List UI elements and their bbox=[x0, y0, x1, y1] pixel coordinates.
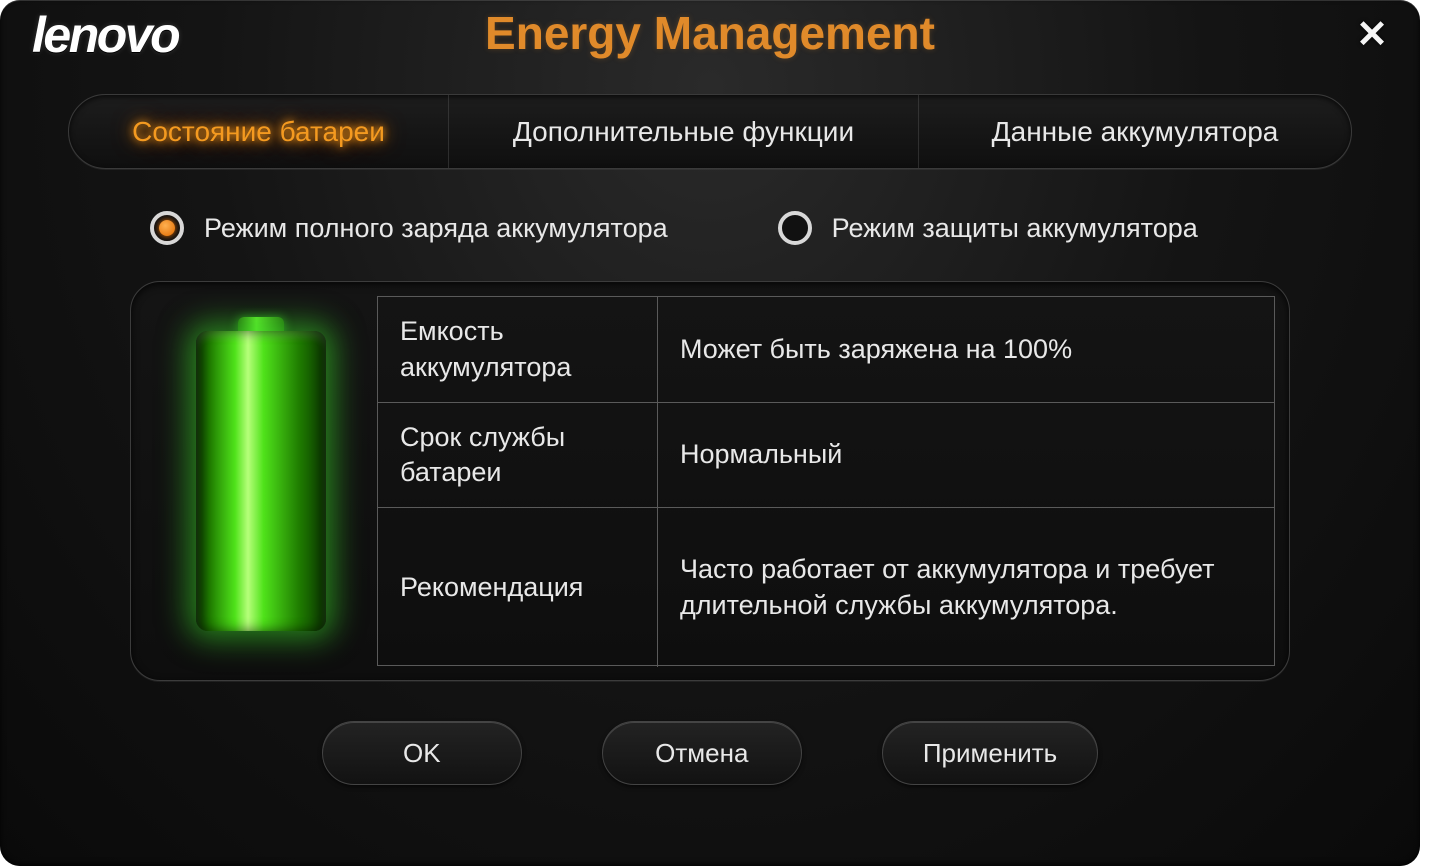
ok-button[interactable]: OK bbox=[322, 721, 522, 785]
recommendation-value: Часто работает от аккумулятора и требует… bbox=[658, 508, 1274, 667]
button-label: Применить bbox=[923, 738, 1057, 769]
recommendation-label: Рекомендация bbox=[378, 508, 658, 667]
button-label: OK bbox=[403, 738, 441, 769]
battery-icon bbox=[196, 331, 326, 631]
table-row: Рекомендация Часто работает от аккумулят… bbox=[378, 507, 1274, 667]
battery-graphic-cell bbox=[145, 296, 377, 666]
button-label: Отмена bbox=[655, 738, 748, 769]
tab-label: Дополнительные функции bbox=[513, 116, 854, 148]
capacity-label: Емкость аккумулятора bbox=[378, 297, 658, 402]
radio-icon bbox=[778, 211, 812, 245]
tab-battery-status[interactable]: Состояние батареи bbox=[69, 95, 449, 168]
mode-protect-battery[interactable]: Режим защиты аккумулятора bbox=[778, 211, 1198, 245]
tab-bar: Состояние батареи Дополнительные функции… bbox=[68, 94, 1352, 169]
mode-label: Режим защиты аккумулятора bbox=[832, 213, 1198, 244]
energy-management-window: lenovo Energy Management ✕ Состояние бат… bbox=[0, 0, 1420, 866]
apply-button[interactable]: Применить bbox=[882, 721, 1098, 785]
capacity-value: Может быть заряжена на 100% bbox=[658, 297, 1274, 402]
lifespan-value: Нормальный bbox=[658, 403, 1274, 507]
charge-mode-group: Режим полного заряда аккумулятора Режим … bbox=[150, 211, 1270, 245]
cancel-button[interactable]: Отмена bbox=[602, 721, 802, 785]
tab-label: Состояние батареи bbox=[132, 116, 385, 148]
mode-full-charge[interactable]: Режим полного заряда аккумулятора bbox=[150, 211, 668, 245]
close-icon[interactable]: ✕ bbox=[1350, 12, 1394, 56]
table-row: Срок службы батареи Нормальный bbox=[378, 402, 1274, 507]
tab-extra-functions[interactable]: Дополнительные функции bbox=[449, 95, 919, 168]
mode-label: Режим полного заряда аккумулятора bbox=[204, 213, 668, 244]
header: lenovo Energy Management ✕ bbox=[30, 6, 1390, 66]
lifespan-label: Срок службы батареи bbox=[378, 403, 658, 507]
tab-battery-data[interactable]: Данные аккумулятора bbox=[919, 95, 1351, 168]
battery-info-table: Емкость аккумулятора Может быть заряжена… bbox=[377, 296, 1275, 666]
battery-info-panel: Емкость аккумулятора Может быть заряжена… bbox=[130, 281, 1290, 681]
table-row: Емкость аккумулятора Может быть заряжена… bbox=[378, 297, 1274, 402]
dialog-buttons: OK Отмена Применить bbox=[30, 721, 1390, 785]
window-title: Energy Management bbox=[30, 6, 1390, 60]
radio-icon bbox=[150, 211, 184, 245]
tab-label: Данные аккумулятора bbox=[992, 116, 1279, 148]
